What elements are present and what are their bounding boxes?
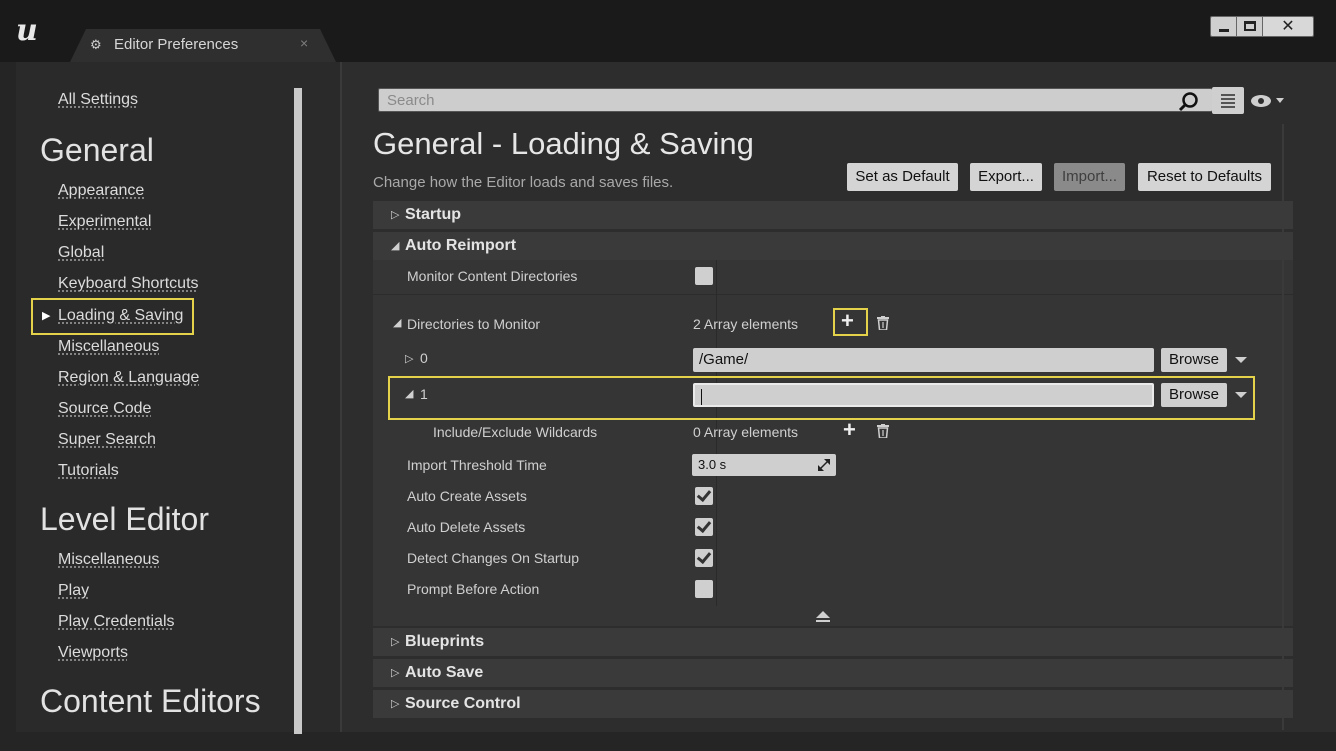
maximize-icon xyxy=(1244,21,1256,31)
category-label: Blueprints xyxy=(405,633,485,650)
sidebar-item-play[interactable]: Play xyxy=(58,582,89,600)
sidebar-item-global[interactable]: Global xyxy=(58,244,104,262)
category-label: Source Control xyxy=(405,695,521,712)
import-threshold-value: 3.0 s xyxy=(698,457,727,472)
export-button[interactable]: Export... xyxy=(970,163,1042,191)
category-label: Auto Reimport xyxy=(405,237,517,254)
detect-changes-checkbox[interactable] xyxy=(695,549,713,567)
search-input[interactable]: Search xyxy=(378,88,1213,112)
sidebar-heading-level-editor: Level Editor xyxy=(40,501,209,537)
minimize-icon xyxy=(1219,29,1229,32)
sidebar-item-level-miscellaneous[interactable]: Miscellaneous xyxy=(58,551,159,569)
window-controls: ✕ xyxy=(1210,16,1314,37)
category-label: Startup xyxy=(405,206,461,223)
text-cursor xyxy=(701,389,702,406)
collapse-advanced-bar xyxy=(816,620,830,622)
category-blueprints[interactable]: ▷ Blueprints xyxy=(373,628,1293,656)
tab-label: Editor Preferences xyxy=(114,36,239,53)
directories-to-monitor-label: Directories to Monitor xyxy=(407,316,541,332)
sidebar-item-loading-saving[interactable]: Loading & Saving xyxy=(58,307,183,325)
close-window-button[interactable]: ✕ xyxy=(1263,17,1313,36)
browse-button-0[interactable]: Browse xyxy=(1161,348,1227,372)
visibility-eye-icon[interactable] xyxy=(1250,93,1286,109)
category-startup[interactable]: ▷ Startup xyxy=(373,201,1293,229)
sidebar-item-tutorials[interactable]: Tutorials xyxy=(58,462,119,480)
settings-sidebar: All Settings General Appearance Experime… xyxy=(16,62,340,734)
category-source-control[interactable]: ▷ Source Control xyxy=(373,690,1293,718)
sidebar-item-all-settings[interactable]: All Settings xyxy=(58,91,138,109)
resize-arrows-icon xyxy=(818,459,830,471)
sidebar-heading-content-editors: Content Editors xyxy=(40,683,261,719)
search-placeholder: Search xyxy=(387,92,435,109)
auto-create-assets-checkbox[interactable] xyxy=(695,487,713,505)
collapse-advanced-icon[interactable] xyxy=(816,611,830,618)
prompt-before-action-label: Prompt Before Action xyxy=(407,581,540,597)
wildcards-label: Include/Exclude Wildcards xyxy=(433,424,598,440)
expand-arrow-icon: ▷ xyxy=(391,667,400,679)
directory-path-input-1[interactable] xyxy=(693,383,1154,407)
directories-count: 2 Array elements xyxy=(693,316,799,332)
sidebar-item-source-code[interactable]: Source Code xyxy=(58,400,151,418)
sidebar-item-keyboard-shortcuts[interactable]: Keyboard Shortcuts xyxy=(58,275,199,293)
sidebar-heading-general: General xyxy=(40,132,154,168)
page-title: General - Loading & Saving xyxy=(373,126,754,161)
wildcards-count: 0 Array elements xyxy=(693,424,799,440)
view-options-grid-button[interactable] xyxy=(1212,87,1244,114)
detect-changes-label: Detect Changes On Startup xyxy=(407,550,579,566)
collapse-arrow-icon: ◢ xyxy=(391,240,400,252)
expand-arrow-icon: ▷ xyxy=(391,636,400,648)
editor-preferences-window: u ⚙ Editor Preferences × ✕ All Settings … xyxy=(0,0,1336,751)
browse-button-1[interactable]: Browse xyxy=(1161,383,1227,407)
category-auto-reimport[interactable]: ◢ Auto Reimport xyxy=(373,232,1293,260)
sidebar-scrollbar[interactable] xyxy=(294,88,302,734)
unreal-logo-icon: u xyxy=(16,13,38,48)
sidebar-item-play-credentials[interactable]: Play Credentials xyxy=(58,613,175,631)
row-divider xyxy=(373,294,1293,295)
trash-icon[interactable] xyxy=(877,316,889,330)
preferences-icon: ⚙ xyxy=(90,37,102,52)
maximize-button[interactable] xyxy=(1237,17,1263,36)
sidebar-item-miscellaneous[interactable]: Miscellaneous xyxy=(58,338,159,356)
sidebar-item-region-language[interactable]: Region & Language xyxy=(58,369,199,387)
add-element-icon[interactable]: + xyxy=(841,310,854,332)
prompt-before-action-checkbox[interactable] xyxy=(695,580,713,598)
auto-delete-assets-label: Auto Delete Assets xyxy=(407,519,526,535)
category-label: Auto Save xyxy=(405,664,484,681)
tab-close-icon[interactable]: × xyxy=(300,35,308,51)
chevron-down-icon[interactable] xyxy=(1235,392,1247,398)
directory-path-input-0[interactable]: /Game/ xyxy=(693,348,1154,372)
tab-editor-preferences[interactable]: ⚙ Editor Preferences × xyxy=(70,29,336,62)
expand-arrow-icon: ▷ xyxy=(391,698,400,710)
settings-main-panel: Search General - Loading & Saving Change… xyxy=(342,62,1336,732)
trash-icon[interactable] xyxy=(877,424,889,438)
import-threshold-label: Import Threshold Time xyxy=(407,457,547,473)
auto-delete-assets-checkbox[interactable] xyxy=(695,518,713,536)
add-wildcard-icon[interactable]: + xyxy=(843,419,856,441)
collapse-arrow-icon[interactable]: ◢ xyxy=(393,316,401,329)
element-0-index: 0 xyxy=(420,350,428,366)
auto-create-assets-label: Auto Create Assets xyxy=(407,488,527,504)
collapse-arrow-icon[interactable]: ◢ xyxy=(405,387,413,400)
sidebar-item-super-search[interactable]: Super Search xyxy=(58,431,156,449)
reset-to-defaults-button[interactable]: Reset to Defaults xyxy=(1138,163,1271,191)
expand-arrow-icon: ▷ xyxy=(391,209,400,221)
search-icon[interactable] xyxy=(1178,91,1200,113)
expand-arrow-icon[interactable]: ▷ xyxy=(405,352,413,365)
main-scrollbar[interactable] xyxy=(1282,124,1284,730)
set-as-default-button[interactable]: Set as Default xyxy=(847,163,958,191)
chevron-down-icon[interactable] xyxy=(1235,357,1247,363)
category-auto-save[interactable]: ▷ Auto Save xyxy=(373,659,1293,687)
import-button[interactable]: Import... xyxy=(1054,163,1125,191)
monitor-content-directories-checkbox[interactable] xyxy=(695,267,713,285)
monitor-content-directories-label: Monitor Content Directories xyxy=(407,268,578,284)
element-1-index: 1 xyxy=(420,386,428,402)
import-threshold-spinbox[interactable]: 3.0 s xyxy=(692,454,836,476)
page-subtitle: Change how the Editor loads and saves fi… xyxy=(373,174,674,191)
sidebar-item-appearance[interactable]: Appearance xyxy=(58,182,144,200)
sidebar-item-viewports[interactable]: Viewports xyxy=(58,644,128,662)
minimize-button[interactable] xyxy=(1211,17,1237,36)
selected-arrow-icon: ▶ xyxy=(42,310,51,322)
sidebar-item-experimental[interactable]: Experimental xyxy=(58,213,151,231)
title-bar: u ⚙ Editor Preferences × ✕ xyxy=(0,0,1336,62)
